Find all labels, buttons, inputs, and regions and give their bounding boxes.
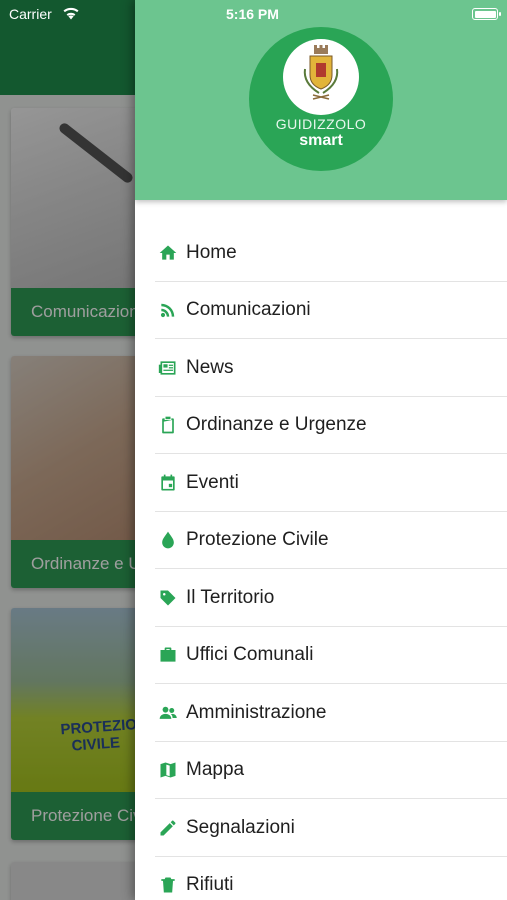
menu-item-rifiuti[interactable]: Rifiuti xyxy=(135,857,507,900)
menu-item-territorio[interactable]: Il Territorio xyxy=(135,569,507,627)
map-icon xyxy=(158,760,178,780)
menu-item-label: Segnalazioni xyxy=(186,816,295,838)
people-icon xyxy=(158,703,178,723)
menu-item-protezione-civile[interactable]: Protezione Civile xyxy=(135,512,507,570)
battery-icon xyxy=(472,8,501,20)
coat-of-arms-icon xyxy=(283,39,359,115)
menu-item-label: Home xyxy=(186,241,237,263)
clock-label: 5:16 PM xyxy=(226,6,279,22)
menu-item-mappa[interactable]: Mappa xyxy=(135,742,507,800)
logo-title: GUIDIZZOLO xyxy=(275,116,367,132)
menu-item-label: Eventi xyxy=(186,471,239,493)
menu-item-label: Protezione Civile xyxy=(186,529,329,551)
carrier-label: Carrier xyxy=(9,6,52,22)
clipboard-icon xyxy=(158,415,178,435)
menu-item-label: Amministrazione xyxy=(186,701,327,723)
menu-item-comunicazioni[interactable]: Comunicazioni xyxy=(135,282,507,340)
drop-icon xyxy=(158,530,178,550)
tag-icon xyxy=(158,588,178,608)
home-icon xyxy=(158,243,178,263)
menu-item-label: Comunicazioni xyxy=(186,299,311,321)
menu-item-label: Il Territorio xyxy=(186,586,275,608)
menu-item-amministrazione[interactable]: Amministrazione xyxy=(135,684,507,742)
menu-item-label: Rifiuti xyxy=(186,874,234,896)
app-logo: GUIDIZZOLO smart xyxy=(249,27,393,171)
trash-icon xyxy=(158,875,178,895)
newspaper-icon xyxy=(158,358,178,378)
menu-item-label: Uffici Comunali xyxy=(186,644,314,666)
briefcase-icon xyxy=(158,645,178,665)
wifi-icon xyxy=(62,6,80,20)
logo-subtitle: smart xyxy=(299,132,343,149)
drawer-menu: Home Comunicazioni News Ordinanze e Urge… xyxy=(135,224,507,900)
rss-icon xyxy=(158,300,178,320)
menu-item-label: Ordinanze e Urgenze xyxy=(186,414,367,436)
menu-item-ordinanze[interactable]: Ordinanze e Urgenze xyxy=(135,397,507,455)
menu-item-uffici-comunali[interactable]: Uffici Comunali xyxy=(135,627,507,685)
navigation-drawer: GUIDIZZOLO smart Home Comunicazioni News… xyxy=(135,0,507,900)
status-bar: Carrier 5:16 PM xyxy=(0,0,507,28)
pencil-icon xyxy=(158,818,178,838)
menu-item-home[interactable]: Home xyxy=(135,224,507,282)
menu-item-news[interactable]: News xyxy=(135,339,507,397)
drawer-header: GUIDIZZOLO smart xyxy=(135,0,507,200)
menu-item-label: News xyxy=(186,356,234,378)
menu-item-segnalazioni[interactable]: Segnalazioni xyxy=(135,799,507,857)
calendar-icon xyxy=(158,473,178,493)
menu-item-label: Mappa xyxy=(186,759,245,781)
menu-item-eventi[interactable]: Eventi xyxy=(135,454,507,512)
